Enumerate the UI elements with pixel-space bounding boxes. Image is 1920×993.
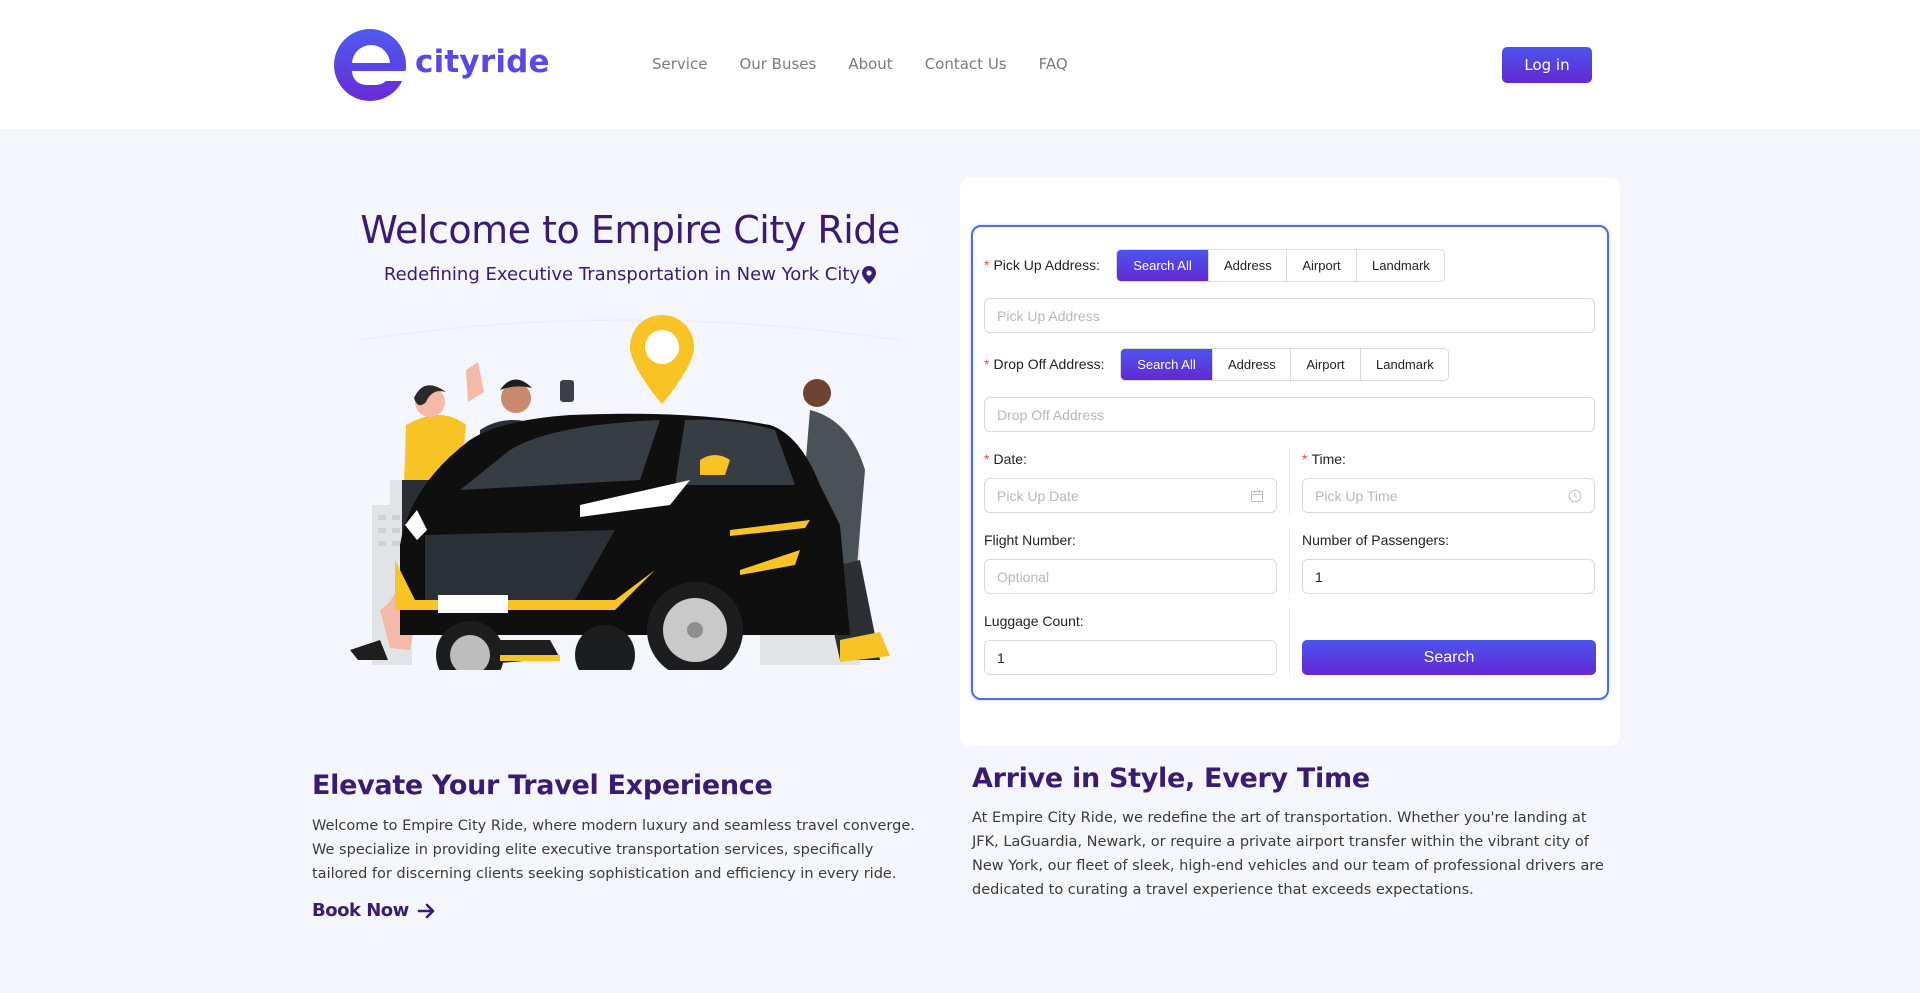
site-header: cityride Service Our Buses About Contact… (0, 0, 1920, 129)
hero-subtitle: Redefining Executive Transportation in N… (310, 264, 950, 285)
date-input[interactable] (997, 487, 1250, 504)
book-now-link[interactable]: Book Now (312, 900, 437, 921)
logo-text: cityride (415, 44, 550, 80)
flight-number-label: Flight Number: (984, 532, 1076, 548)
dropoff-option-address[interactable]: Address (1212, 349, 1290, 380)
hero-title: Welcome to Empire City Ride (360, 208, 900, 252)
left-section-body: Welcome to Empire City Ride, where moder… (312, 818, 915, 882)
passengers-label: Number of Passengers: (1302, 532, 1450, 548)
nav-about[interactable]: About (848, 55, 892, 73)
dropoff-label: * Drop Off Address: (984, 356, 1105, 372)
login-button[interactable]: Log in (1502, 47, 1592, 83)
pickup-address-input[interactable] (984, 298, 1595, 333)
pickup-label: * Pick Up Address: (984, 257, 1101, 273)
book-now-label: Book Now (312, 900, 409, 921)
background-arc (359, 319, 901, 341)
calendar-icon[interactable] (1250, 489, 1264, 503)
right-section-title: Arrive in Style, Every Time (972, 763, 1370, 794)
dropoff-type-selector: Search All Address Airport Landmark (1120, 348, 1449, 381)
location-pin-graphic (630, 315, 694, 404)
hero-subtitle-text: Redefining Executive Transportation in N… (383, 264, 861, 285)
pickup-option-search-all[interactable]: Search All (1117, 250, 1208, 281)
logo-e-icon (334, 29, 406, 101)
nav-faq[interactable]: FAQ (1039, 55, 1068, 73)
right-section-body: At Empire City Ride, we redefine the art… (972, 810, 1604, 898)
required-marker: * (984, 257, 990, 273)
dropoff-option-airport[interactable]: Airport (1290, 349, 1360, 380)
dropoff-option-search-all[interactable]: Search All (1121, 349, 1212, 380)
pickup-option-landmark[interactable]: Landmark (1356, 250, 1444, 281)
clock-icon[interactable] (1568, 489, 1582, 503)
dropoff-address-input[interactable] (984, 397, 1595, 432)
map-pin-icon (862, 265, 877, 284)
required-marker: * (1302, 451, 1308, 467)
flight-number-input[interactable] (984, 559, 1277, 594)
left-section-title: Elevate Your Travel Experience (312, 770, 773, 801)
car-graphic (395, 413, 850, 670)
nav-our-buses[interactable]: Our Buses (739, 55, 816, 73)
dropoff-option-landmark[interactable]: Landmark (1360, 349, 1448, 380)
required-marker: * (984, 451, 990, 467)
date-label: * Date: (984, 451, 1027, 467)
pickup-option-address[interactable]: Address (1208, 250, 1286, 281)
time-label: * Time: (1302, 451, 1346, 467)
date-field[interactable] (984, 478, 1277, 513)
column-divider (1289, 529, 1290, 595)
luggage-label: Luggage Count: (984, 613, 1084, 629)
logo[interactable]: cityride (334, 29, 550, 101)
pickup-option-airport[interactable]: Airport (1286, 250, 1356, 281)
search-button[interactable]: Search (1302, 640, 1596, 675)
main-nav: Service Our Buses About Contact Us FAQ (652, 55, 1068, 73)
nav-contact-us[interactable]: Contact Us (925, 55, 1007, 73)
nav-service[interactable]: Service (652, 55, 707, 73)
arrow-right-icon (417, 903, 435, 918)
passengers-input[interactable] (1302, 559, 1595, 594)
time-field[interactable] (1302, 478, 1595, 513)
pickup-type-selector: Search All Address Airport Landmark (1116, 249, 1445, 282)
luggage-input[interactable] (984, 640, 1277, 675)
car-with-passengers-illustration (350, 315, 901, 670)
required-marker: * (984, 356, 990, 372)
time-input[interactable] (1315, 487, 1568, 504)
column-divider (1289, 448, 1290, 514)
column-divider (1289, 610, 1290, 676)
